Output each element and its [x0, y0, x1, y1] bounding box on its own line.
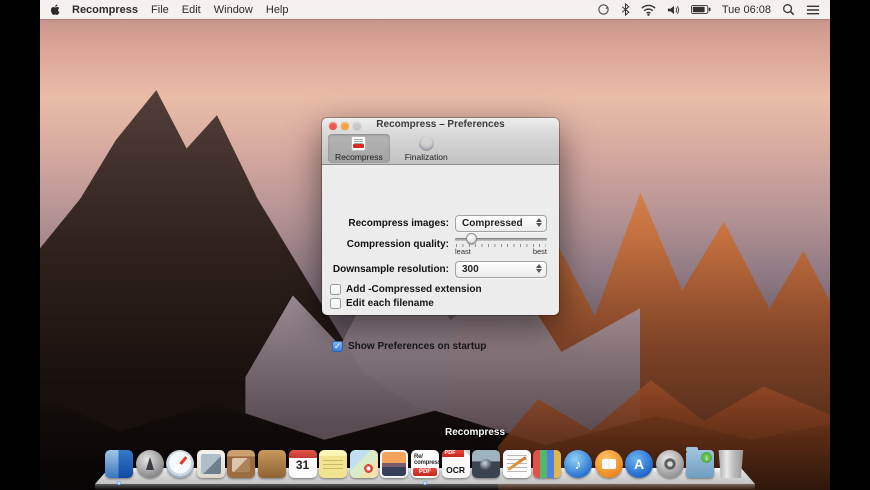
menu-app-name[interactable]: Recompress — [72, 4, 138, 16]
ibooks-icon[interactable] — [595, 450, 623, 478]
dock-hover-label: Recompress — [395, 427, 555, 438]
recompress-images-label: Recompress images: — [322, 218, 455, 229]
checkbox-box[interactable]: ✓ — [332, 341, 343, 352]
toolbar-tab-label: Finalization — [405, 152, 448, 162]
menu-window[interactable]: Window — [214, 4, 253, 16]
slider-thumb[interactable] — [466, 233, 477, 244]
wifi-icon[interactable] — [641, 4, 656, 16]
finalization-globe-icon — [419, 136, 434, 151]
running-indicator — [423, 481, 427, 485]
checkbox-label: Add -Compressed extension — [346, 284, 482, 295]
music-note-glyph: ♪ — [574, 456, 581, 472]
dock: Recompress 31 Re/compress PDF PDF — [95, 430, 755, 490]
appstore-letter: A — [634, 456, 644, 472]
slider-max-label: best — [533, 247, 547, 256]
menu-clock[interactable]: Tue 06:08 — [722, 4, 771, 16]
page-fold — [464, 450, 470, 456]
recompress-doc-icon — [351, 136, 366, 151]
running-indicator — [117, 481, 121, 485]
popup-arrows-icon — [536, 264, 542, 273]
bluetooth-icon[interactable] — [621, 3, 630, 16]
window-titlebar[interactable]: Recompress – Preferences — [322, 118, 559, 133]
preferences-window: Recompress – Preferences Recompress Fina… — [322, 118, 559, 315]
menu-edit[interactable]: Edit — [182, 4, 201, 16]
pdf-ocr-icon[interactable]: PDF OCR — [442, 450, 470, 478]
download-arrow-badge: ↓ — [701, 452, 712, 463]
trash-icon[interactable] — [717, 450, 745, 478]
itunes-icon[interactable]: ♪ — [564, 450, 592, 478]
pdf-badge: PDF — [442, 450, 464, 457]
downloads-folder-icon[interactable]: ↓ — [686, 450, 714, 478]
textedit-icon[interactable] — [503, 450, 531, 478]
toolbar-tab-finalization[interactable]: Finalization — [398, 134, 455, 163]
finder-icon[interactable] — [105, 450, 133, 478]
battery-icon[interactable] — [691, 4, 711, 15]
compression-quality-label: Compression quality: — [322, 239, 455, 250]
system-preferences-icon[interactable] — [656, 450, 684, 478]
volume-icon[interactable] — [667, 4, 680, 16]
toolbar-tab-label: Recompress — [335, 152, 383, 162]
recompress-images-value: Compressed — [462, 218, 523, 229]
spotlight-icon[interactable] — [782, 3, 795, 16]
menu-bar: Recompress File Edit Window Help Tue 06:… — [40, 0, 830, 19]
safari-icon[interactable] — [166, 450, 194, 478]
maps-icon[interactable] — [350, 450, 378, 478]
dictionary-icon[interactable] — [258, 450, 286, 478]
ocr-text: OCR — [442, 465, 470, 475]
apple-menu-icon[interactable] — [49, 3, 62, 16]
calendar-icon[interactable]: 31 — [289, 450, 317, 478]
popup-arrows-icon — [536, 218, 542, 227]
mail-icon[interactable] — [197, 450, 225, 478]
preview-icon[interactable] — [380, 450, 408, 478]
media-app-icon[interactable] — [533, 450, 561, 478]
pdf-badge: PDF — [413, 468, 437, 476]
toolbar-tab-recompress[interactable]: Recompress — [328, 134, 390, 163]
checkbox-label: Edit each filename — [346, 298, 434, 309]
window-title: Recompress – Preferences — [322, 119, 559, 130]
downsample-resolution-label: Downsample resolution: — [322, 264, 455, 275]
checkbox-box[interactable] — [330, 284, 341, 295]
window-toolbar: Recompress Finalization — [322, 133, 559, 165]
contacts-icon[interactable] — [227, 450, 255, 478]
recompress-app-icon[interactable]: Re/compress PDF — [411, 450, 439, 478]
calendar-red-band — [289, 450, 317, 458]
sync-icon[interactable] — [597, 3, 610, 16]
preferences-content: Recompress images: Compressed Compressio… — [322, 165, 559, 314]
checkbox-show-preferences-on-startup[interactable]: ✓ Show Preferences on startup — [332, 341, 486, 352]
launchpad-icon[interactable] — [136, 450, 164, 478]
calendar-day: 31 — [289, 458, 317, 472]
camera-app-icon[interactable] — [472, 450, 500, 478]
notification-center-icon[interactable] — [806, 4, 820, 16]
checkbox-label: Show Preferences on startup — [348, 341, 486, 352]
recompress-icon-text: Re/compress — [414, 454, 441, 466]
desktop: Recompress File Edit Window Help Tue 06:… — [40, 0, 830, 490]
downsample-resolution-popup[interactable]: 300 — [455, 261, 547, 278]
menu-help[interactable]: Help — [266, 4, 289, 16]
menu-file[interactable]: File — [151, 4, 169, 16]
compression-quality-slider[interactable]: least best — [455, 233, 547, 255]
checkbox-edit-each-filename[interactable]: Edit each filename — [330, 298, 434, 309]
notes-icon[interactable] — [319, 450, 347, 478]
checkbox-box[interactable] — [330, 298, 341, 309]
recompress-images-popup[interactable]: Compressed — [455, 215, 547, 232]
downsample-resolution-value: 300 — [462, 264, 479, 275]
app-store-icon[interactable]: A — [625, 450, 653, 478]
checkbox-add-compressed-extension[interactable]: Add -Compressed extension — [330, 284, 482, 295]
slider-min-label: least — [455, 247, 471, 256]
